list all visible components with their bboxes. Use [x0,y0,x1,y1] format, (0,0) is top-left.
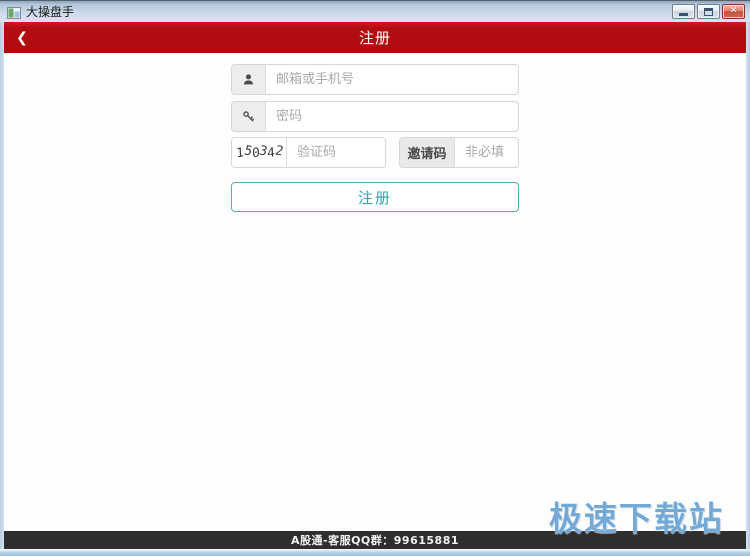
footer-bar: A股通-客服QQ群：99615881 [4,531,746,549]
close-icon: ✕ [729,6,738,16]
page-title: 注册 [358,29,391,47]
page-header: ❮ 注册 [4,22,746,53]
maximize-button[interactable] [697,4,720,19]
account-input[interactable] [266,65,518,94]
captcha-image[interactable]: 150342 [232,138,287,167]
password-input[interactable] [266,102,518,131]
captcha-code: 150342 [235,143,285,162]
minimize-button[interactable] [672,4,695,19]
app-icon [7,5,21,19]
app-window: 大操盘手 ✕ ❮ 注册 邮箱或手机号 150342 验证码 邀请码 非必填 注册… [0,0,750,556]
window-titlebar[interactable]: 大操盘手 ✕ [0,0,750,22]
back-icon: ❮ [16,29,28,46]
window-controls: ✕ [672,4,745,19]
window-title: 大操盘手 [26,4,75,19]
captcha-group: 150342 [231,137,386,168]
close-button[interactable]: ✕ [722,4,745,19]
invite-code-label: 邀请码 [400,138,455,167]
support-qq-text: A股通-客服QQ群：99615881 [290,534,459,547]
maximize-icon [704,7,713,16]
user-icon [232,65,266,94]
window-bottom-border [0,549,750,556]
captcha-input[interactable] [287,138,385,167]
account-input-group [231,64,519,95]
main-content: 150342 邀请码 注册 [4,53,746,531]
invite-input[interactable] [455,138,518,167]
captcha-invite-row: 150342 邀请码 [231,137,519,168]
password-input-group [231,101,519,132]
registration-form: 150342 邀请码 注册 [231,53,519,212]
invite-group: 邀请码 [399,137,519,168]
key-icon [232,102,266,131]
back-button[interactable]: ❮ [4,22,40,53]
minimize-icon [679,13,688,16]
register-button[interactable]: 注册 [231,182,519,212]
